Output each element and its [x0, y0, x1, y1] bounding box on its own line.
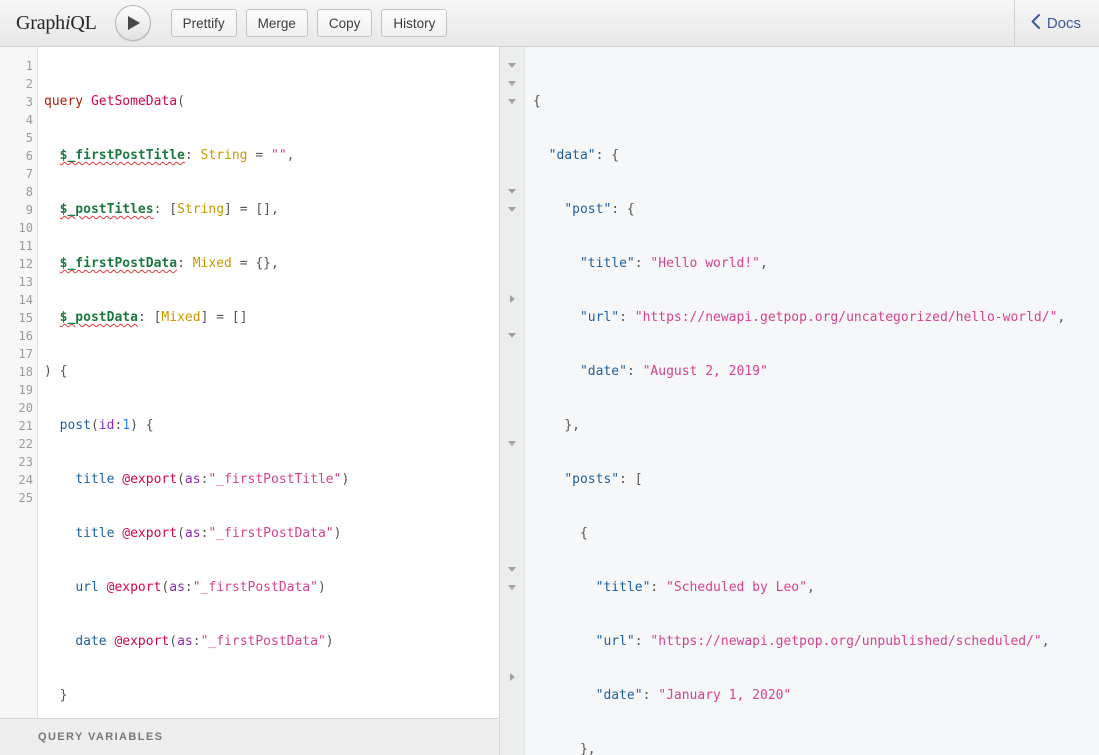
- history-button[interactable]: History: [381, 9, 447, 37]
- copy-button-label: Copy: [329, 16, 361, 31]
- result-fold-row[interactable]: [500, 75, 524, 93]
- result-fold-row[interactable]: [500, 93, 524, 111]
- line-number: 12: [0, 255, 37, 273]
- result-fold-row[interactable]: [500, 57, 524, 75]
- docs-button-label: Docs: [1047, 15, 1081, 32]
- query-code[interactable]: query GetSomeData( $_firstPostTitle: Str…: [38, 47, 499, 718]
- toolbar: GraphiQL Prettify Merge Copy History Doc…: [0, 0, 1099, 47]
- fold-toggle-icon[interactable]: [508, 333, 516, 338]
- line-number: 7: [0, 165, 37, 183]
- editor-gutter: 1 2 3 4 5 6 7 8 9 10 11 12 13 14 15 16 1: [0, 47, 38, 718]
- result-fold-row[interactable]: [500, 201, 524, 219]
- prettify-button-label: Prettify: [183, 16, 225, 31]
- result-fold-row[interactable]: [500, 183, 524, 201]
- result-fold-row[interactable]: [500, 291, 524, 309]
- result-fold-row[interactable]: [500, 435, 524, 453]
- fold-toggle-icon[interactable]: [508, 99, 516, 104]
- prettify-button[interactable]: Prettify: [171, 9, 237, 37]
- chevron-left-icon: [1031, 14, 1040, 33]
- query-variables-title: QUERY VARIABLES: [38, 731, 163, 743]
- fold-toggle-icon[interactable]: [508, 81, 516, 86]
- line-number: 17: [0, 345, 37, 363]
- line-number: 20: [0, 399, 37, 417]
- logo-text-part-b: QL: [70, 12, 96, 34]
- line-number: 24: [0, 471, 37, 489]
- docs-area: Docs: [1014, 0, 1099, 47]
- line-number: 11: [0, 237, 37, 255]
- merge-button-label: Merge: [258, 16, 296, 31]
- fold-toggle-icon[interactable]: [508, 567, 516, 572]
- result-fold-row[interactable]: [500, 669, 524, 687]
- query-variables-bar[interactable]: QUERY VARIABLES: [0, 718, 499, 755]
- line-number: 1: [0, 57, 37, 75]
- docs-button[interactable]: Docs: [1031, 14, 1081, 33]
- fold-toggle-icon[interactable]: [508, 441, 516, 446]
- result-json[interactable]: { "data": { "post": { "title": "Hello wo…: [525, 47, 1099, 755]
- line-number: 6: [0, 147, 37, 165]
- line-number: 23: [0, 453, 37, 471]
- line-number: 13: [0, 273, 37, 291]
- line-number: 25: [0, 489, 37, 507]
- fold-toggle-icon[interactable]: [508, 189, 516, 194]
- line-number: 16: [0, 327, 37, 345]
- line-number: 4: [0, 111, 37, 129]
- fold-expand-icon[interactable]: [510, 673, 515, 681]
- logo-text-part-a: Graph: [16, 12, 65, 34]
- result-pane: { "data": { "post": { "title": "Hello wo…: [500, 47, 1099, 755]
- graphiql-app: GraphiQL Prettify Merge Copy History Doc…: [0, 0, 1099, 755]
- history-button-label: History: [393, 16, 435, 31]
- fold-toggle-icon[interactable]: [508, 63, 516, 68]
- line-number: 5: [0, 129, 37, 147]
- line-number: 21: [0, 417, 37, 435]
- line-number: 22: [0, 435, 37, 453]
- result-fold-row[interactable]: [500, 579, 524, 597]
- line-number: 18: [0, 363, 37, 381]
- app-logo: GraphiQL: [16, 12, 97, 35]
- fold-toggle-icon[interactable]: [508, 207, 516, 212]
- play-icon: [128, 16, 140, 30]
- line-number: 9: [0, 201, 37, 219]
- line-number: 19: [0, 381, 37, 399]
- query-editor[interactable]: 1 2 3 4 5 6 7 8 9 10 11 12 13 14 15 16 1: [0, 47, 499, 718]
- line-number: 2: [0, 75, 37, 93]
- result-gutter: [500, 47, 525, 755]
- line-number: 10: [0, 219, 37, 237]
- result-fold-row[interactable]: [500, 327, 524, 345]
- fold-toggle-icon[interactable]: [508, 585, 516, 590]
- merge-button[interactable]: Merge: [246, 9, 308, 37]
- copy-button[interactable]: Copy: [317, 9, 373, 37]
- query-editor-pane: 1 2 3 4 5 6 7 8 9 10 11 12 13 14 15 16 1: [0, 47, 500, 755]
- line-number: 14: [0, 291, 37, 309]
- line-number: 8: [0, 183, 37, 201]
- result-fold-row[interactable]: [500, 561, 524, 579]
- panes: 1 2 3 4 5 6 7 8 9 10 11 12 13 14 15 16 1: [0, 47, 1099, 755]
- line-number: 15: [0, 309, 37, 327]
- execute-query-button[interactable]: [115, 5, 151, 41]
- fold-expand-icon[interactable]: [510, 295, 515, 303]
- line-number: 3: [0, 93, 37, 111]
